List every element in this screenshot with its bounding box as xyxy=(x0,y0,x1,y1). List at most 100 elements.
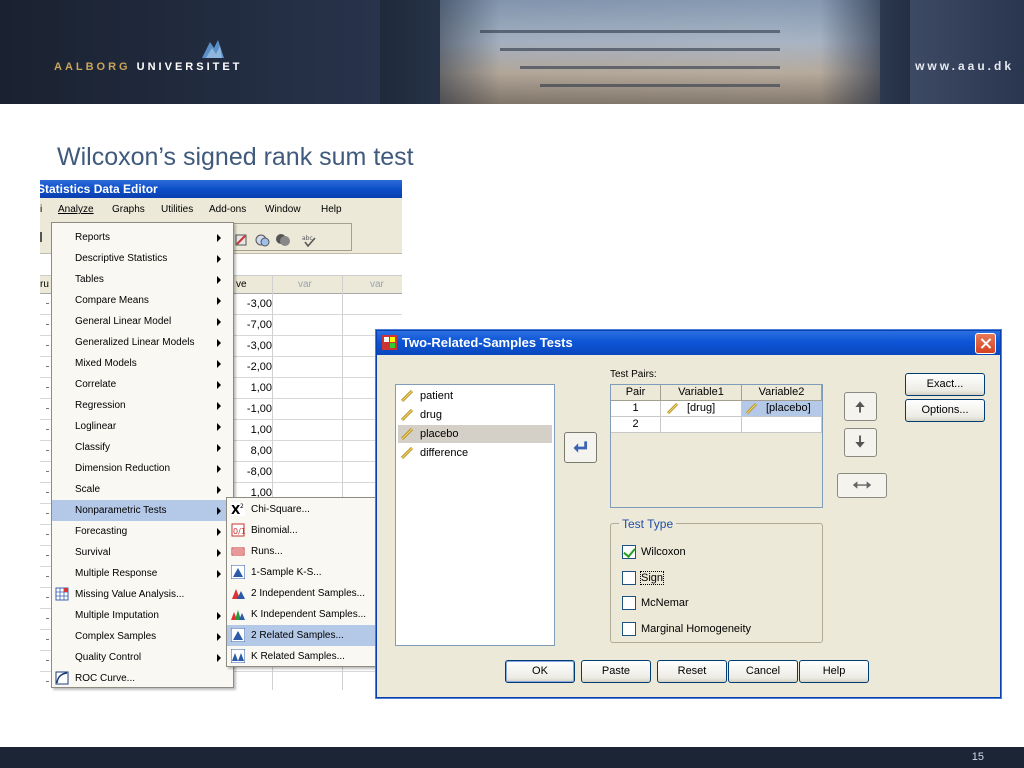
sign-checkbox[interactable] xyxy=(622,571,636,585)
pair-variable2[interactable] xyxy=(742,417,822,433)
column-header[interactable]: var xyxy=(370,279,384,290)
grid-cell[interactable]: -3,00 xyxy=(236,340,272,352)
options-button[interactable]: Options... xyxy=(905,399,985,422)
two-independent-icon xyxy=(232,589,245,599)
grid-cell[interactable]: 1,00 xyxy=(236,382,272,394)
menu-item-k-independent-samples[interactable]: K Independent Samples... xyxy=(227,604,375,625)
two-related-icon xyxy=(231,628,245,642)
menu-item-forecasting[interactable]: Forecasting xyxy=(52,521,233,542)
arrow-up-icon xyxy=(855,401,865,413)
move-up-button[interactable] xyxy=(844,392,877,421)
menu-addons[interactable]: Add-ons xyxy=(209,204,246,215)
menu-item-classify[interactable]: Classify xyxy=(52,437,233,458)
submenu-arrow-icon xyxy=(217,234,221,242)
grid-cell[interactable]: -3,00 xyxy=(236,298,272,310)
menu-graphs[interactable]: Graphs xyxy=(112,204,145,215)
toolbar-group: abc xyxy=(230,223,352,251)
pair-variable2[interactable]: [placebo] xyxy=(742,401,822,417)
arrow-down-icon xyxy=(855,435,865,448)
grid-cell[interactable]: -7,00 xyxy=(236,319,272,331)
menu-item-reports[interactable]: Reports xyxy=(52,227,233,248)
menu-item-two-independent-samples[interactable]: 2 Independent Samples... xyxy=(227,583,375,604)
page-number: 15 xyxy=(971,751,984,763)
help-button[interactable]: Help xyxy=(799,660,869,683)
menu-item-roc-curve[interactable]: ROC Curve... xyxy=(52,668,233,689)
menu-item-loglinear[interactable]: Loglinear xyxy=(52,416,233,437)
list-item[interactable]: patient xyxy=(398,387,552,405)
menu-item-scale[interactable]: Scale xyxy=(52,479,233,500)
wilcoxon-label[interactable]: Wilcoxon xyxy=(641,546,686,558)
pair-variable1[interactable] xyxy=(661,417,742,433)
dialog-titlebar[interactable]: Two-Related-Samples Tests xyxy=(377,331,1000,355)
svg-text:0/1: 0/1 xyxy=(233,527,245,536)
grid-cell[interactable]: -8,00 xyxy=(236,466,272,478)
menu-item-complex-samples[interactable]: Complex Samples xyxy=(52,626,233,647)
exact-button[interactable]: Exact... xyxy=(905,373,985,396)
table-row[interactable]: 1 [drug] [placebo] xyxy=(611,401,822,417)
menu-item-two-related-samples[interactable]: 2 Related Samples... xyxy=(227,625,375,646)
marginal-homogeneity-label[interactable]: Marginal Homogeneity xyxy=(641,623,751,635)
submenu-arrow-icon xyxy=(217,654,221,662)
grid-cell[interactable]: 1,00 xyxy=(236,424,272,436)
cancel-button[interactable]: Cancel xyxy=(728,660,798,683)
menu-analyze[interactable]: Analyze xyxy=(58,204,94,215)
university-logo-icon xyxy=(202,40,224,58)
menu-item-missing-value-analysis[interactable]: Missing Value Analysis... xyxy=(52,584,233,605)
list-item[interactable]: difference xyxy=(398,444,552,462)
menu-item-generalized-linear-models[interactable]: Generalized Linear Models xyxy=(52,332,233,353)
select-cases-icon[interactable] xyxy=(233,232,249,248)
menu-item-chi-square[interactable]: X2 Chi-Square... xyxy=(227,499,375,520)
menu-item-mixed-models[interactable]: Mixed Models xyxy=(52,353,233,374)
close-button[interactable] xyxy=(975,333,996,354)
grid-cell[interactable]: -1,00 xyxy=(236,403,272,415)
menu-item-k-related-samples[interactable]: K Related Samples... xyxy=(227,646,375,667)
menu-item-quality-control[interactable]: Quality Control xyxy=(52,647,233,668)
list-item[interactable]: placebo xyxy=(398,425,552,443)
move-pair-button[interactable] xyxy=(564,432,597,463)
grid-cell[interactable]: -2,00 xyxy=(236,361,272,373)
menu-item-regression[interactable]: Regression xyxy=(52,395,233,416)
menu-item-survival[interactable]: Survival xyxy=(52,542,233,563)
menu-item-correlate[interactable]: Correlate xyxy=(52,374,233,395)
swap-variables-button[interactable] xyxy=(837,473,887,498)
spell-check-icon[interactable]: abc xyxy=(301,232,317,248)
menu-item-one-sample-ks[interactable]: 1-Sample K-S... xyxy=(227,562,375,583)
menu-help[interactable]: Help xyxy=(321,204,342,215)
menu-item-compare-means[interactable]: Compare Means xyxy=(52,290,233,311)
submenu-arrow-icon xyxy=(217,444,221,452)
menu-item-general-linear-model[interactable]: General Linear Model xyxy=(52,311,233,332)
test-type-label: Test Type xyxy=(619,517,677,531)
wilcoxon-checkbox[interactable] xyxy=(622,545,636,559)
menu-item-nonparametric-tests[interactable]: Nonparametric Tests xyxy=(52,500,233,521)
paste-button[interactable]: Paste xyxy=(581,660,651,683)
menu-utilities[interactable]: Utilities xyxy=(161,204,193,215)
menu-window[interactable]: Window xyxy=(265,204,301,215)
missing-value-icon xyxy=(55,587,69,601)
menu-item-tables[interactable]: Tables xyxy=(52,269,233,290)
variable-list[interactable]: patient drug placebo difference xyxy=(395,384,555,646)
menu-item-multiple-imputation[interactable]: Multiple Imputation xyxy=(52,605,233,626)
value-labels-icon[interactable] xyxy=(255,232,271,248)
column-header[interactable]: ve xyxy=(236,279,247,290)
test-pairs-table[interactable]: Pair Variable1 Variable2 1 [drug] [place… xyxy=(610,384,823,508)
menu-item-binomial[interactable]: 0/1 Binomial... xyxy=(227,520,375,541)
marginal-homogeneity-checkbox[interactable] xyxy=(622,622,636,636)
mcnemar-label[interactable]: McNemar xyxy=(641,597,689,609)
move-down-button[interactable] xyxy=(844,428,877,457)
list-item[interactable]: drug xyxy=(398,406,552,424)
grid-cell[interactable]: 8,00 xyxy=(236,445,272,457)
menu-item-dimension-reduction[interactable]: Dimension Reduction xyxy=(52,458,233,479)
menu-item-runs[interactable]: Runs... xyxy=(227,541,375,562)
sign-label[interactable]: Sign xyxy=(639,571,665,585)
pair-variable1[interactable]: [drug] xyxy=(661,401,742,417)
reset-button[interactable]: Reset xyxy=(657,660,727,683)
column-header[interactable]: var xyxy=(298,279,312,290)
k-independent-icon xyxy=(231,610,245,620)
menu-item-multiple-response[interactable]: Multiple Response xyxy=(52,563,233,584)
use-sets-icon[interactable] xyxy=(275,232,291,248)
table-row[interactable]: 2 xyxy=(611,417,822,433)
ok-button[interactable]: OK xyxy=(505,660,575,683)
submenu-arrow-icon xyxy=(217,465,221,473)
mcnemar-checkbox[interactable] xyxy=(622,596,636,610)
menu-item-descriptive-statistics[interactable]: Descriptive Statistics xyxy=(52,248,233,269)
